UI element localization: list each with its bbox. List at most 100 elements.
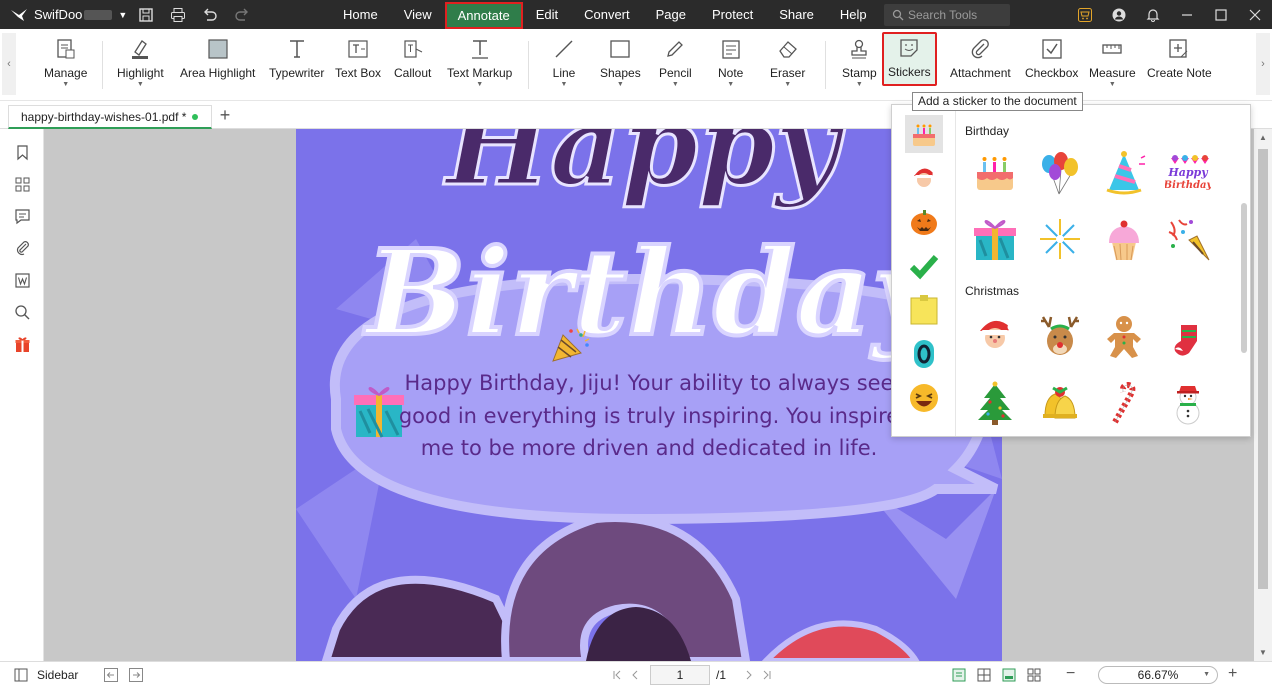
last-page-icon[interactable]: [760, 668, 774, 682]
gift-box-sticker[interactable]: [969, 213, 1021, 265]
single-page-view-icon[interactable]: [952, 668, 966, 682]
pencil-label: Pencil: [659, 66, 692, 80]
search-placeholder: Search Tools: [908, 8, 978, 22]
zoom-level-select[interactable]: 66.67% ▼: [1098, 666, 1218, 684]
christmas-stocking-sticker[interactable]: [1162, 310, 1214, 362]
checkbox-tool[interactable]: Checkbox: [1025, 35, 1078, 97]
eraser-tool[interactable]: Eraser ▼: [770, 35, 805, 97]
previous-page-icon[interactable]: [628, 668, 642, 682]
next-view-icon[interactable]: [129, 668, 143, 682]
category-number[interactable]: [905, 335, 943, 373]
scrollbar-thumb[interactable]: [1258, 149, 1268, 589]
sidebar-label[interactable]: Sidebar: [37, 668, 78, 682]
happy-birthday-cupcakes-sticker[interactable]: Happy Birthday: [1162, 147, 1214, 199]
scroll-down-arrow-icon[interactable]: ▼: [1259, 648, 1267, 657]
text-markup-tool[interactable]: Text Markup ▼: [447, 35, 512, 97]
menu-home[interactable]: Home: [330, 0, 391, 29]
manage-tool[interactable]: Manage ▼: [44, 35, 87, 97]
ribbon-scroll-left-button[interactable]: ‹: [2, 33, 16, 95]
next-page-icon[interactable]: [742, 668, 756, 682]
app-brand[interactable]: SwifDoo ▼: [0, 7, 130, 22]
menu-protect[interactable]: Protect: [699, 0, 766, 29]
create-note-tool[interactable]: Create Note: [1147, 35, 1212, 97]
party-hat-sticker[interactable]: [1098, 147, 1150, 199]
pencil-tool[interactable]: Pencil ▼: [659, 35, 692, 97]
print-icon[interactable]: [162, 0, 194, 29]
category-sticky-note[interactable]: [905, 291, 943, 329]
first-page-icon[interactable]: [610, 668, 624, 682]
previous-view-icon[interactable]: [104, 668, 118, 682]
maximize-icon[interactable]: [1204, 0, 1238, 29]
note-tool[interactable]: Note ▼: [718, 35, 743, 97]
word-count-icon[interactable]: [12, 270, 32, 290]
line-tool[interactable]: Line ▼: [552, 35, 576, 97]
search-tools-input[interactable]: Search Tools: [884, 4, 1010, 26]
bells-sticker[interactable]: [1034, 377, 1086, 429]
vertical-scrollbar[interactable]: ▲ ▼: [1254, 129, 1272, 661]
party-popper-sticker[interactable]: [1162, 213, 1214, 265]
menu-edit[interactable]: Edit: [523, 0, 571, 29]
minimize-icon[interactable]: [1170, 0, 1204, 29]
menu-page[interactable]: Page: [643, 0, 699, 29]
grid-view-icon[interactable]: [1027, 668, 1041, 682]
category-birthday[interactable]: [905, 115, 943, 153]
birthday-cake-sticker[interactable]: [969, 147, 1021, 199]
notification-bell-icon[interactable]: [1136, 0, 1170, 29]
stickers-tool[interactable]: Stickers: [882, 32, 937, 86]
continuous-view-icon[interactable]: [1002, 668, 1016, 682]
callout-tool[interactable]: Callout: [394, 35, 431, 97]
bookmark-icon[interactable]: [12, 142, 32, 162]
candy-cane-sticker[interactable]: [1098, 377, 1150, 429]
menu-share[interactable]: Share: [766, 0, 827, 29]
document-tab[interactable]: happy-birthday-wishes-01.pdf *: [8, 105, 212, 129]
two-page-view-icon[interactable]: [977, 668, 991, 682]
search-icon[interactable]: [12, 302, 32, 322]
thumbnails-icon[interactable]: [12, 174, 32, 194]
attachment-tool[interactable]: Attachment: [950, 35, 1011, 97]
stamp-tool[interactable]: Stamp ▼: [842, 35, 877, 97]
highlight-tool[interactable]: Highlight ▼: [117, 35, 164, 97]
zoom-in-button[interactable]: +: [1228, 665, 1237, 683]
menu-convert[interactable]: Convert: [571, 0, 643, 29]
measure-tool[interactable]: Measure ▼: [1089, 35, 1136, 97]
menu-help[interactable]: Help: [827, 0, 880, 29]
zoom-out-button[interactable]: −: [1066, 665, 1075, 683]
scroll-up-arrow-icon[interactable]: ▲: [1259, 133, 1267, 142]
category-christmas[interactable]: [905, 159, 943, 197]
menu-annotate[interactable]: Annotate: [444, 1, 523, 29]
chevron-down-icon[interactable]: ▼: [118, 10, 127, 20]
stickers-panel-scrollbar[interactable]: [1240, 109, 1248, 434]
reindeer-sticker[interactable]: [1034, 310, 1086, 362]
shapes-tool[interactable]: Shapes ▼: [600, 35, 641, 97]
typewriter-tool[interactable]: Typewriter: [269, 35, 324, 97]
new-tab-button[interactable]: +: [216, 106, 234, 125]
close-icon[interactable]: [1238, 0, 1272, 29]
cart-icon[interactable]: [1068, 0, 1102, 29]
ribbon-divider: [825, 41, 826, 89]
text-box-tool[interactable]: Text Box: [335, 35, 381, 97]
undo-icon[interactable]: [194, 0, 226, 29]
ribbon-scroll-right-button[interactable]: ›: [1256, 33, 1270, 95]
fireworks-sticker[interactable]: [1034, 213, 1086, 265]
area-highlight-tool[interactable]: Area Highlight: [180, 35, 255, 97]
gingerbread-man-sticker[interactable]: [1098, 310, 1150, 362]
gift-icon[interactable]: [12, 334, 32, 354]
sidebar-toggle-icon[interactable]: [14, 668, 28, 682]
snowman-sticker[interactable]: [1162, 377, 1214, 429]
category-halloween[interactable]: [905, 203, 943, 241]
page-number-input[interactable]: 1: [650, 665, 710, 685]
menu-view[interactable]: View: [391, 0, 445, 29]
comments-icon[interactable]: [12, 206, 32, 226]
save-icon[interactable]: [130, 0, 162, 29]
happy-sticker-text: Happy: [1167, 166, 1209, 179]
category-emoji[interactable]: [905, 379, 943, 417]
category-check[interactable]: [905, 247, 943, 285]
christmas-tree-sticker[interactable]: [969, 377, 1021, 429]
redo-icon[interactable]: [226, 0, 258, 29]
santa-sticker[interactable]: [969, 310, 1021, 362]
balloons-sticker[interactable]: [1034, 147, 1086, 199]
user-icon[interactable]: [1102, 0, 1136, 29]
cupcake-sticker[interactable]: [1098, 213, 1150, 265]
attachments-icon[interactable]: [12, 238, 32, 258]
stickers-panel-scroll-thumb[interactable]: [1241, 203, 1247, 353]
